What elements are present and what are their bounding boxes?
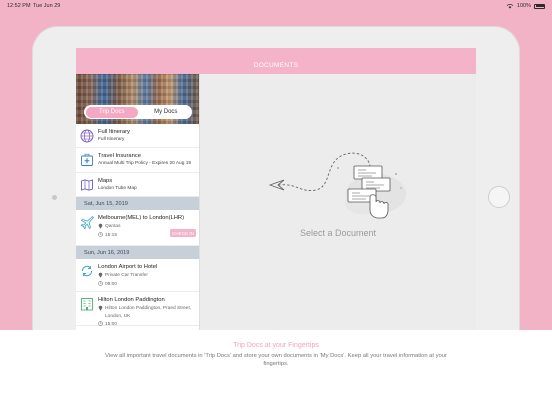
hero-image: Trip Docs My Docs	[76, 74, 199, 124]
item-title: London Airport to Hotel	[98, 264, 158, 270]
list-item-hotel[interactable]: Hilton London Paddington Hilton London P…	[76, 292, 199, 327]
location-pin-icon	[98, 223, 103, 233]
item-title: Full Itinerary	[98, 129, 130, 135]
empty-state-text: Select a Document	[299, 228, 377, 238]
documents-illustration	[268, 152, 406, 219]
map-icon	[80, 178, 94, 192]
item-time-text: 15:15	[105, 233, 118, 238]
page-title: DOCUMENTS	[253, 61, 299, 69]
marketing-footer: Trip Docs at your Fingertips View all im…	[0, 330, 552, 414]
list-item-flight[interactable]: Melbourne(MEL) to London(LHR) Qantas 15:…	[76, 210, 199, 246]
camera-dot	[52, 195, 57, 200]
detail-pane: Select a Document	[200, 74, 476, 330]
plane-icon	[80, 215, 94, 229]
item-address-line1: Hilton London Paddington, Praed Street,	[105, 306, 192, 311]
battery-icon	[534, 3, 545, 9]
item-location: Private Car Transfer	[98, 272, 157, 282]
item-title: Hilton London Paddington	[98, 297, 165, 303]
footer-title: Trip Docs at your Fingertips	[233, 342, 319, 349]
battery-percentage: 100%	[516, 3, 531, 9]
clock-icon	[98, 232, 103, 241]
wifi-icon	[506, 3, 514, 9]
item-time-text: 15:00	[105, 321, 118, 327]
status-right: 100%	[506, 3, 545, 9]
location-pin-icon	[98, 272, 103, 282]
item-address: Hilton London Paddington, Praed Street,	[98, 305, 191, 315]
clock-icon	[98, 281, 103, 290]
medical-kit-icon	[80, 153, 94, 167]
tab-my-docs[interactable]: My Docs	[140, 105, 193, 119]
nav-bar: DOCUMENTS	[76, 48, 476, 74]
clock-icon	[98, 320, 103, 330]
status-time: 12:52 PM	[7, 3, 31, 9]
app-screen: DOCUMENTS Trip Docs My Docs Full Itinera…	[76, 48, 476, 330]
list-item-full-itinerary[interactable]: Full Itinerary Full Itinerary	[76, 124, 199, 148]
date-section-header: Sat, Jun 15, 2019	[76, 197, 199, 210]
check-in-button[interactable]: CHECK IN	[170, 229, 196, 237]
item-time: 15:00	[98, 320, 191, 330]
tab-trip-docs[interactable]: Trip Docs	[85, 106, 138, 118]
item-time-text: 09:00	[105, 282, 118, 287]
status-date: Tue Jun 29	[33, 3, 61, 9]
status-bar: 12:52 PM Tue Jun 29 100%	[0, 0, 552, 12]
item-location-text: Qantas	[105, 224, 121, 229]
list-item-travel-insurance[interactable]: Travel Insurance Annual Multi Trip Polic…	[76, 148, 199, 173]
footer-description: View all important travel documents in '…	[105, 353, 447, 367]
item-title: Maps	[98, 178, 113, 184]
item-subtitle: London Tube Map	[98, 185, 137, 191]
list-item-transfer[interactable]: London Airport to Hotel Private Car Tran…	[76, 259, 199, 292]
hotel-icon	[80, 297, 94, 311]
segmented-control: Trip Docs My Docs	[84, 105, 192, 119]
item-title: Travel Insurance	[98, 153, 141, 159]
sidebar: Trip Docs My Docs Full Itinerary Full It…	[76, 74, 200, 330]
location-pin-icon	[98, 305, 103, 315]
item-subtitle: Annual Multi Trip Policy - Expires 20 Au…	[98, 160, 192, 166]
home-button[interactable]	[488, 186, 510, 208]
globe-icon	[80, 129, 94, 143]
date-section-header: Sun, Jun 16, 2019	[76, 246, 199, 259]
transfer-icon	[80, 264, 94, 278]
item-location-text: Private Car Transfer	[105, 273, 148, 278]
item-subtitle: Full Itinerary	[98, 136, 125, 142]
item-title: Melbourne(MEL) to London(LHR)	[98, 215, 185, 221]
list-item-maps[interactable]: Maps London Tube Map	[76, 173, 199, 197]
item-time: 09:00	[98, 281, 157, 290]
